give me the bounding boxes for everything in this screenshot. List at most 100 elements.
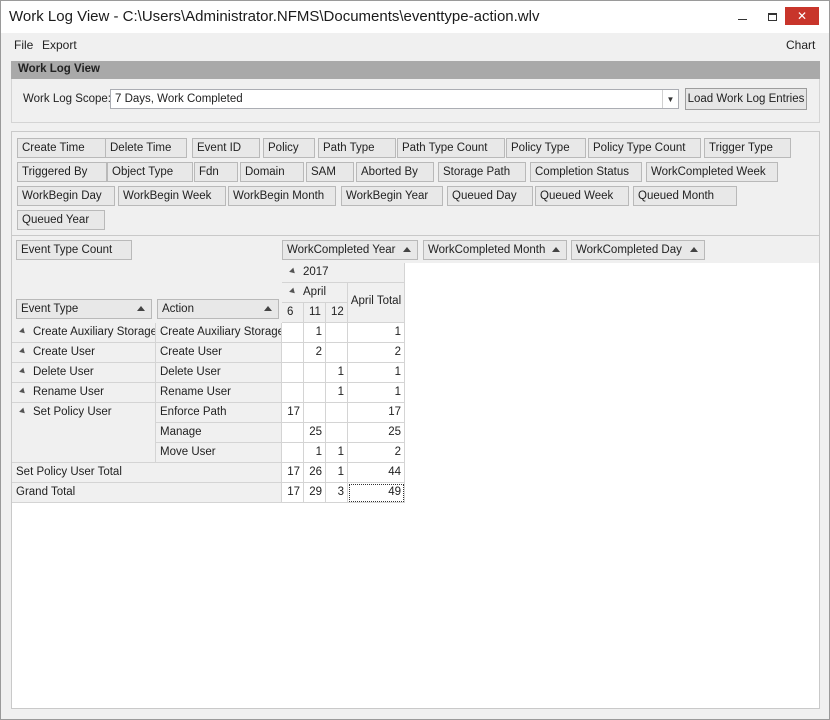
column-field-workcompleted-month[interactable]: WorkCompleted Month bbox=[423, 240, 567, 260]
cell-total-5[interactable]: 25 bbox=[348, 423, 405, 443]
chevron-down-icon: ▼ bbox=[666, 94, 675, 104]
row-field-event-type[interactable]: Event Type bbox=[16, 299, 152, 319]
filter-field-domain[interactable]: Domain bbox=[240, 162, 304, 182]
filter-field-aborted-by[interactable]: Aborted By bbox=[356, 162, 434, 182]
cell-d6-4[interactable]: 17 bbox=[282, 403, 304, 423]
row-action-6: Move User bbox=[156, 443, 282, 463]
load-work-log-entries-button[interactable]: Load Work Log Entries bbox=[685, 88, 807, 110]
filter-field-create-time[interactable]: Create Time bbox=[17, 138, 113, 158]
column-header-year[interactable]: 2017 bbox=[282, 263, 405, 283]
cell-d12-5[interactable] bbox=[326, 423, 348, 443]
grand-total-total[interactable]: 49 bbox=[348, 483, 405, 503]
filter-field-policy-type-count[interactable]: Policy Type Count bbox=[588, 138, 701, 158]
cell-total-0[interactable]: 1 bbox=[348, 323, 405, 343]
minimize-icon bbox=[737, 18, 747, 20]
collapse-arrow-icon[interactable] bbox=[19, 387, 27, 396]
subtotal-total[interactable]: 44 bbox=[348, 463, 405, 483]
column-header-month[interactable]: April bbox=[282, 283, 348, 303]
menu-chart[interactable]: Chart bbox=[786, 38, 815, 52]
collapse-arrow-icon[interactable] bbox=[289, 287, 297, 296]
maximize-button[interactable] bbox=[755, 1, 789, 33]
collapse-arrow-icon[interactable] bbox=[19, 407, 27, 416]
subtotal-label: Set Policy User Total bbox=[12, 463, 282, 483]
cell-d11-4[interactable] bbox=[304, 403, 326, 423]
filter-field-completion-status[interactable]: Completion Status bbox=[530, 162, 642, 182]
cell-d6-3[interactable] bbox=[282, 383, 304, 403]
row-event-type-2[interactable]: Delete User bbox=[12, 363, 156, 383]
cell-d12-1[interactable] bbox=[326, 343, 348, 363]
cell-total-4[interactable]: 17 bbox=[348, 403, 405, 423]
filter-field-trigger-type[interactable]: Trigger Type bbox=[704, 138, 791, 158]
filter-field-fdn[interactable]: Fdn bbox=[194, 162, 238, 182]
scope-dropdown-button[interactable]: ▼ bbox=[662, 90, 678, 108]
row-event-type-4[interactable]: Set Policy User bbox=[12, 403, 156, 463]
column-field-workcompleted-day[interactable]: WorkCompleted Day bbox=[571, 240, 705, 260]
row-field-action[interactable]: Action bbox=[157, 299, 279, 319]
filter-field-storage-path[interactable]: Storage Path bbox=[438, 162, 526, 182]
cell-d11-3[interactable] bbox=[304, 383, 326, 403]
filter-field-path-type[interactable]: Path Type bbox=[318, 138, 396, 158]
cell-d6-1[interactable] bbox=[282, 343, 304, 363]
cell-total-2[interactable]: 1 bbox=[348, 363, 405, 383]
cell-d11-5[interactable]: 25 bbox=[304, 423, 326, 443]
filter-field-queued-day[interactable]: Queued Day bbox=[447, 186, 533, 206]
cell-d12-0[interactable] bbox=[326, 323, 348, 343]
filter-field-workcompleted-week[interactable]: WorkCompleted Week bbox=[646, 162, 778, 182]
filter-field-triggered-by[interactable]: Triggered By bbox=[17, 162, 107, 182]
cell-d12-4[interactable] bbox=[326, 403, 348, 423]
filter-field-event-id[interactable]: Event ID bbox=[192, 138, 260, 158]
cell-d11-6[interactable]: 1 bbox=[304, 443, 326, 463]
data-field-event-type-count[interactable]: Event Type Count bbox=[16, 240, 132, 260]
grand-total-d12[interactable]: 3 bbox=[326, 483, 348, 503]
filter-field-sam[interactable]: SAM bbox=[306, 162, 354, 182]
subtotal-d11[interactable]: 26 bbox=[304, 463, 326, 483]
grand-total-label: Grand Total bbox=[12, 483, 282, 503]
filter-field-queued-week[interactable]: Queued Week bbox=[535, 186, 629, 206]
scope-label: Work Log Scope: bbox=[23, 93, 112, 105]
cell-d12-6[interactable]: 1 bbox=[326, 443, 348, 463]
subtotal-d6[interactable]: 17 bbox=[282, 463, 304, 483]
row-event-type-0[interactable]: Create Auxiliary Storage bbox=[12, 323, 156, 343]
filter-field-queued-month[interactable]: Queued Month bbox=[633, 186, 737, 206]
cell-d6-6[interactable] bbox=[282, 443, 304, 463]
cell-total-3[interactable]: 1 bbox=[348, 383, 405, 403]
row-event-type-1[interactable]: Create User bbox=[12, 343, 156, 363]
cell-d11-2[interactable] bbox=[304, 363, 326, 383]
year-label: 2017 bbox=[303, 266, 329, 278]
sort-asc-icon bbox=[137, 306, 145, 311]
filter-field-workbegin-year[interactable]: WorkBegin Year bbox=[341, 186, 443, 206]
cell-d11-1[interactable]: 2 bbox=[304, 343, 326, 363]
column-field-workcompleted-year[interactable]: WorkCompleted Year bbox=[282, 240, 418, 260]
cell-total-6[interactable]: 2 bbox=[348, 443, 405, 463]
scope-combobox[interactable]: 7 Days, Work Completed ▼ bbox=[110, 89, 679, 109]
filter-field-workbegin-week[interactable]: WorkBegin Week bbox=[118, 186, 226, 206]
menu-export[interactable]: Export bbox=[42, 38, 77, 52]
filter-field-workbegin-day[interactable]: WorkBegin Day bbox=[17, 186, 115, 206]
cell-d12-3[interactable]: 1 bbox=[326, 383, 348, 403]
grand-total-d6[interactable]: 17 bbox=[282, 483, 304, 503]
cell-d6-0[interactable] bbox=[282, 323, 304, 343]
filter-field-path-type-count[interactable]: Path Type Count bbox=[397, 138, 505, 158]
row-event-type-3[interactable]: Rename User bbox=[12, 383, 156, 403]
window-title: Work Log View - C:\Users\Administrator.N… bbox=[9, 8, 540, 25]
filter-field-object-type[interactable]: Object Type bbox=[107, 162, 193, 182]
filter-field-delete-time[interactable]: Delete Time bbox=[105, 138, 187, 158]
cell-d11-0[interactable]: 1 bbox=[304, 323, 326, 343]
subtotal-d12[interactable]: 1 bbox=[326, 463, 348, 483]
cell-d6-2[interactable] bbox=[282, 363, 304, 383]
cell-total-1[interactable]: 2 bbox=[348, 343, 405, 363]
close-button[interactable]: ✕ bbox=[785, 7, 819, 25]
collapse-arrow-icon[interactable] bbox=[19, 367, 27, 376]
collapse-arrow-icon[interactable] bbox=[19, 327, 27, 336]
menu-file[interactable]: File bbox=[14, 38, 33, 52]
collapse-arrow-icon[interactable] bbox=[289, 267, 297, 276]
minimize-button[interactable] bbox=[725, 1, 759, 33]
cell-d12-2[interactable]: 1 bbox=[326, 363, 348, 383]
filter-field-workbegin-month[interactable]: WorkBegin Month bbox=[228, 186, 336, 206]
grand-total-d11[interactable]: 29 bbox=[304, 483, 326, 503]
cell-d6-5[interactable] bbox=[282, 423, 304, 443]
filter-field-policy-type[interactable]: Policy Type bbox=[506, 138, 586, 158]
filter-field-policy[interactable]: Policy bbox=[263, 138, 315, 158]
collapse-arrow-icon[interactable] bbox=[19, 347, 27, 356]
filter-field-queued-year[interactable]: Queued Year bbox=[17, 210, 105, 230]
